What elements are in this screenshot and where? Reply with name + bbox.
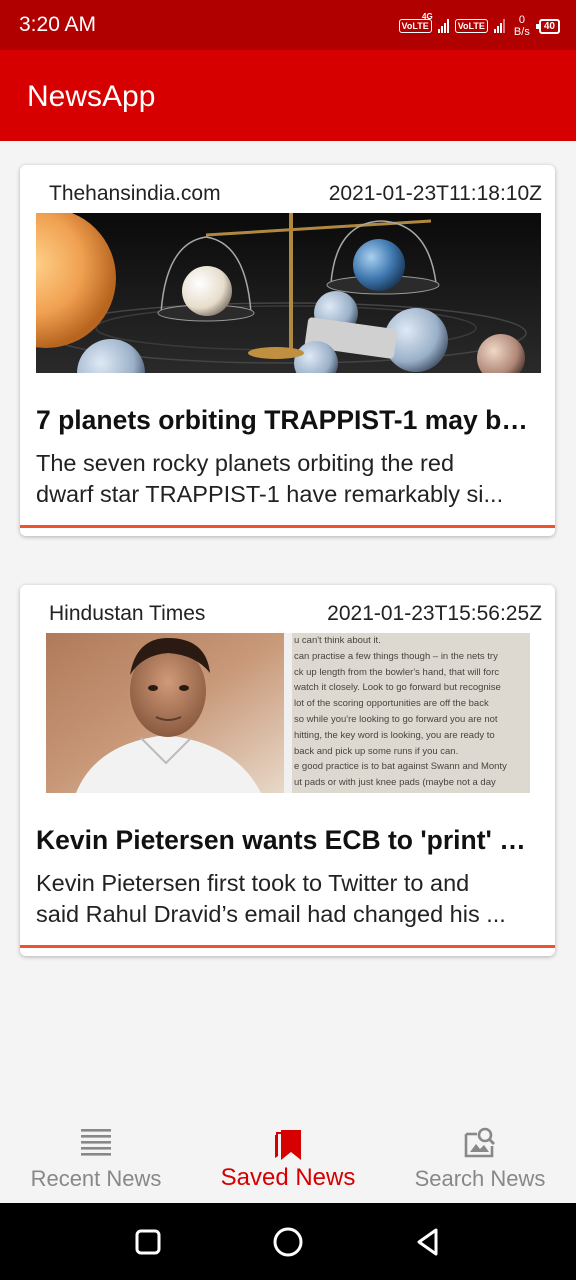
home-button[interactable] <box>248 1203 328 1280</box>
volte-sim1-icon: VoLTE 4G <box>398 12 433 33</box>
net-speed-value: 0 <box>518 14 525 26</box>
nav-saved-news[interactable]: Saved News <box>192 1110 384 1203</box>
article-description-line: dwarf star TRAPPIST-1 have remarkably si… <box>36 481 504 507</box>
recents-button[interactable] <box>108 1203 188 1280</box>
email-line: watch it closely. Look to go forward but… <box>294 682 501 694</box>
email-line: ut pads or with just knee pads (maybe no… <box>294 777 496 789</box>
back-button[interactable] <box>388 1203 468 1280</box>
news-card[interactable]: Hindustan Times 2021-01-23T15:56:25Z u c… <box>20 585 555 956</box>
back-triangle-icon <box>417 1228 438 1255</box>
article-date: 2021-01-23T11:18:10Z <box>328 182 542 205</box>
email-line: so while you're looking to go forward yo… <box>294 713 498 725</box>
email-line: back and pick up some runs if you can. <box>294 745 459 757</box>
card-accent-line <box>20 945 555 948</box>
bookmarks-icon <box>192 1126 384 1160</box>
article-source: Thehansindia.com <box>49 182 221 205</box>
news-card[interactable]: Thehansindia.com 2021-01-23T11:18:10Z 7 … <box>20 165 555 536</box>
bottom-navigation: Recent News Saved News Search News <box>0 1110 576 1203</box>
battery-icon: 40 <box>535 18 560 34</box>
nav-search-news[interactable]: Search News <box>384 1110 576 1203</box>
net-speed: 0 B/s <box>511 14 533 38</box>
status-bar: 3:20 AM VoLTE 4G VoLTE 0 B/s 40 <box>0 0 576 50</box>
image-search-icon <box>384 1126 576 1160</box>
article-description-line: said Rahul Dravid’s email had changed hi… <box>36 901 506 927</box>
volte-sim2-icon: VoLTE <box>454 19 488 33</box>
email-text-block: u can't think about it. can practise a f… <box>294 633 530 793</box>
nav-label-search: Search News <box>414 1166 546 1191</box>
app-title: NewsApp <box>27 80 156 113</box>
nav-recent-news[interactable]: Recent News <box>0 1110 192 1203</box>
square-icon <box>135 1229 161 1254</box>
email-line: u can't think about it. <box>294 635 381 646</box>
article-title: 7 planets orbiting TRAPPIST-1 may be ... <box>36 405 541 435</box>
email-line: ck up length from the bowler's hand, tha… <box>294 666 500 678</box>
volte-sim2-label: VoLTE <box>457 21 485 31</box>
article-title: Kevin Pietersen wants ECB to 'print' Ra.… <box>36 825 541 855</box>
article-image <box>36 213 541 373</box>
battery-level: 40 <box>543 20 555 32</box>
email-line: can practise a few things though – in th… <box>294 650 498 662</box>
system-navigation-bar <box>0 1203 576 1280</box>
article-source: Hindustan Times <box>49 602 206 625</box>
circle-icon <box>273 1227 303 1256</box>
app-bar: NewsApp <box>0 50 576 141</box>
article-description: The seven rocky planets orbiting the red… <box>36 448 541 510</box>
card-accent-line <box>20 525 555 528</box>
status-icons: VoLTE 4G VoLTE 0 B/s 40 <box>398 10 560 42</box>
planets-illustration <box>36 213 541 373</box>
email-line: lot of the scoring opportunities are off… <box>294 698 489 710</box>
nav-label-saved: Saved News <box>220 1164 356 1191</box>
status-time: 3:20 AM <box>19 13 97 36</box>
net-speed-unit: B/s <box>513 26 530 38</box>
article-date: 2021-01-23T15:56:25Z <box>327 602 542 625</box>
article-image: u can't think about it. can practise a f… <box>46 633 530 793</box>
signal-sim2-icon <box>493 19 505 33</box>
article-description-line: Kevin Pietersen first took to Twitter to… <box>36 870 470 896</box>
list-icon <box>0 1126 192 1160</box>
article-description-line: The seven rocky planets orbiting the red <box>36 450 455 476</box>
email-line: e good practice is to bat against Swann … <box>294 761 507 773</box>
article-description: Kevin Pietersen first took to Twitter to… <box>36 868 541 930</box>
network-type-label: 4G <box>422 12 433 21</box>
signal-sim1-icon <box>437 19 449 33</box>
nav-label-recent: Recent News <box>30 1166 162 1191</box>
email-line: hitting, the key word is looking, you ar… <box>294 729 495 741</box>
